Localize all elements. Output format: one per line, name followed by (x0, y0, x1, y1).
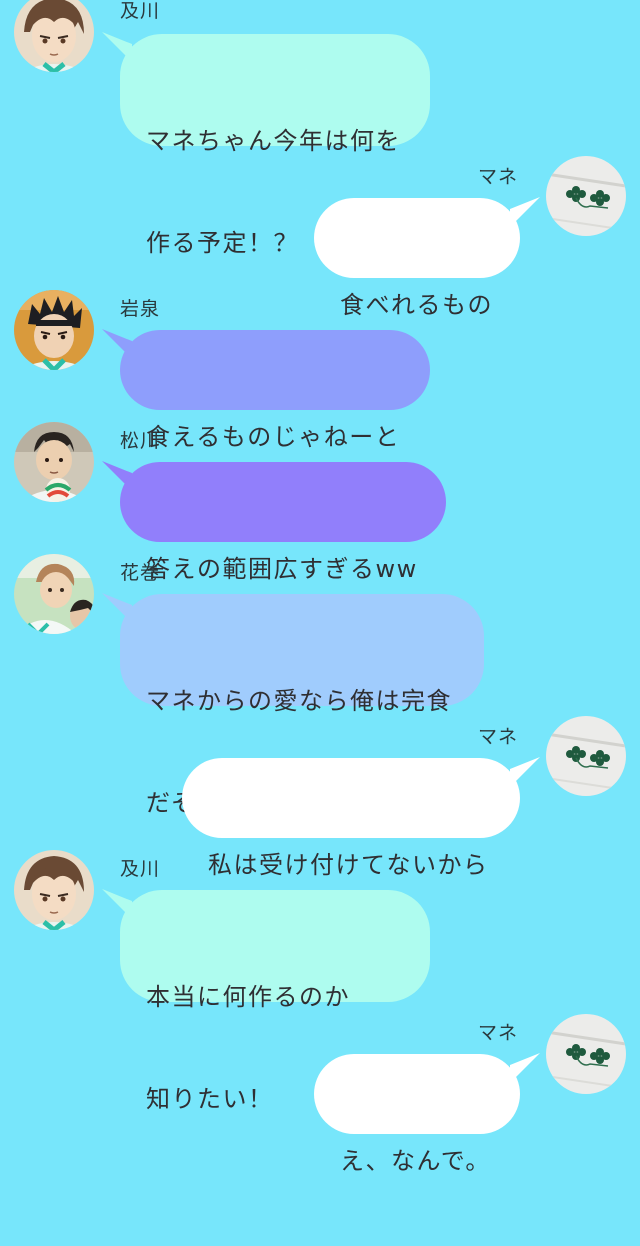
clover-avatar[interactable] (546, 156, 626, 236)
message-bubble[interactable]: 本当に何作るのか 知りたい！ (120, 890, 430, 1113)
sender-name: マネ (478, 726, 519, 748)
clover-avatar[interactable] (546, 716, 626, 796)
hanamaki-avatar[interactable] (14, 554, 94, 634)
chat-log[interactable]: 及川 マネちゃん今年は何を 作る予定！？ マネ 食べれるもの 岩泉 食えるものじ… (0, 0, 640, 1175)
message-bubble[interactable]: 食えるものじゃねーと (120, 330, 430, 451)
message-line: 食べれるもの (340, 291, 493, 319)
oikawa-avatar[interactable] (14, 850, 94, 930)
message-line: 本当に何作るのか (146, 983, 350, 1011)
message-bubble[interactable]: マネちゃん今年は何を 作る予定！？ (120, 34, 430, 257)
message-line: 答えの範囲広すぎるww (146, 555, 418, 583)
matsukawa-avatar[interactable] (14, 422, 94, 502)
message-bubble[interactable]: え、なんで。 (314, 1054, 520, 1175)
message-line: マネちゃん今年は何を (146, 127, 401, 155)
iwaizumi-avatar[interactable] (14, 290, 94, 370)
oikawa-avatar[interactable] (14, 0, 94, 72)
message-line: 私は受け付けてないから (208, 851, 489, 879)
sender-name: マネ (478, 166, 519, 188)
message-bubble[interactable]: 答えの範囲広すぎるww (120, 462, 446, 583)
message-bubble[interactable]: 食べれるもの (314, 198, 520, 319)
message-bubble[interactable]: マネからの愛なら俺は完食 だぞ (120, 594, 484, 817)
message-line: マネからの愛なら俺は完食 (146, 687, 452, 715)
sender-name: 及川 (120, 858, 161, 880)
sender-name: マネ (478, 1022, 519, 1044)
sender-name: 松川 (120, 430, 161, 452)
sender-name: 花巻 (120, 562, 161, 584)
sender-name: 及川 (120, 0, 161, 22)
message-line: 食えるものじゃねーと (146, 423, 401, 451)
sender-name: 岩泉 (120, 298, 161, 320)
message-bubble[interactable]: 私は受け付けてないから (182, 758, 520, 879)
message-line: え、なんで。 (340, 1147, 491, 1175)
clover-avatar[interactable] (546, 1014, 626, 1094)
